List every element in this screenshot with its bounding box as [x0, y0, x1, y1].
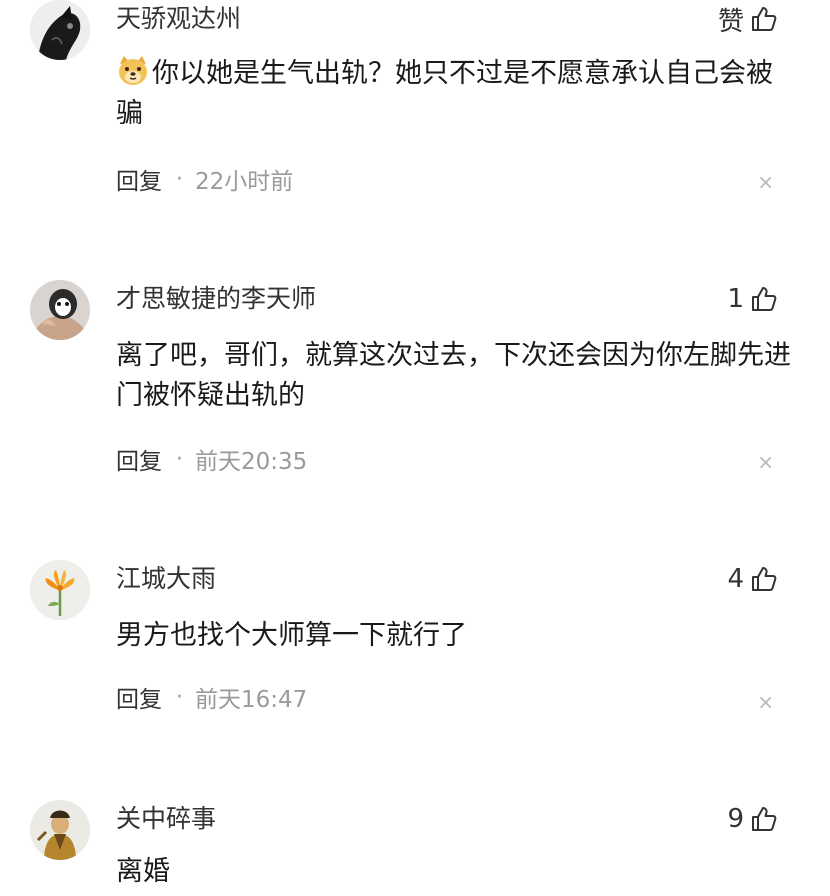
comment-meta: 回复 · 前天16:47	[116, 680, 307, 714]
comment-meta: 回复 · 22小时前	[116, 162, 293, 196]
like-button[interactable]: 9	[727, 802, 778, 836]
separator-dot: ·	[176, 166, 183, 192]
like-count: 赞	[717, 6, 744, 37]
like-count: 4	[727, 564, 744, 594]
close-icon[interactable]: ×	[757, 172, 774, 192]
timestamp: 前天16:47	[195, 687, 308, 713]
username[interactable]: 天骄观达州	[116, 2, 241, 36]
reply-button[interactable]: 回复	[116, 162, 162, 196]
comment-text: 男方也找个大师算一下就行了	[116, 620, 467, 651]
like-button[interactable]: 赞	[717, 2, 778, 37]
username[interactable]: 江城大雨	[116, 562, 216, 596]
reply-button[interactable]: 回复	[116, 442, 162, 476]
comment-text: 离了吧，哥们，就算这次过去，下次还会因为你左脚先进门被怀疑出轨的	[116, 340, 791, 411]
comment-meta: 回复 · 前天20:35	[116, 442, 307, 476]
username[interactable]: 关中碎事	[116, 802, 216, 836]
close-icon[interactable]: ×	[757, 692, 774, 712]
like-count: 1	[727, 284, 744, 314]
avatar[interactable]	[30, 800, 90, 860]
comment-text: 离婚	[116, 856, 170, 887]
separator-dot: ·	[176, 446, 183, 472]
thumbs-up-icon	[752, 287, 777, 311]
separator-dot: ·	[176, 684, 183, 710]
timestamp: 前天20:35	[195, 449, 308, 475]
close-icon[interactable]: ×	[757, 452, 774, 472]
dog-face-emoji	[119, 56, 147, 85]
thumbs-up-icon	[752, 7, 777, 31]
comment-text: 你以她是生气出轨？她只不过是不愿意承认自己会被骗	[116, 54, 796, 134]
like-button[interactable]: 4	[727, 562, 778, 596]
timestamp: 22小时前	[195, 169, 294, 195]
comment-body: 你以她是生气出轨？她只不过是不愿意承认自己会被骗	[116, 58, 773, 129]
username[interactable]: 才思敏捷的李天师	[116, 282, 316, 316]
thumbs-up-icon	[752, 807, 777, 831]
like-count: 9	[727, 804, 744, 834]
like-button[interactable]: 1	[727, 282, 778, 316]
avatar[interactable]	[30, 0, 90, 60]
reply-button[interactable]: 回复	[116, 680, 162, 714]
thumbs-up-icon	[752, 567, 777, 591]
avatar[interactable]	[30, 280, 90, 340]
avatar[interactable]	[30, 560, 90, 620]
